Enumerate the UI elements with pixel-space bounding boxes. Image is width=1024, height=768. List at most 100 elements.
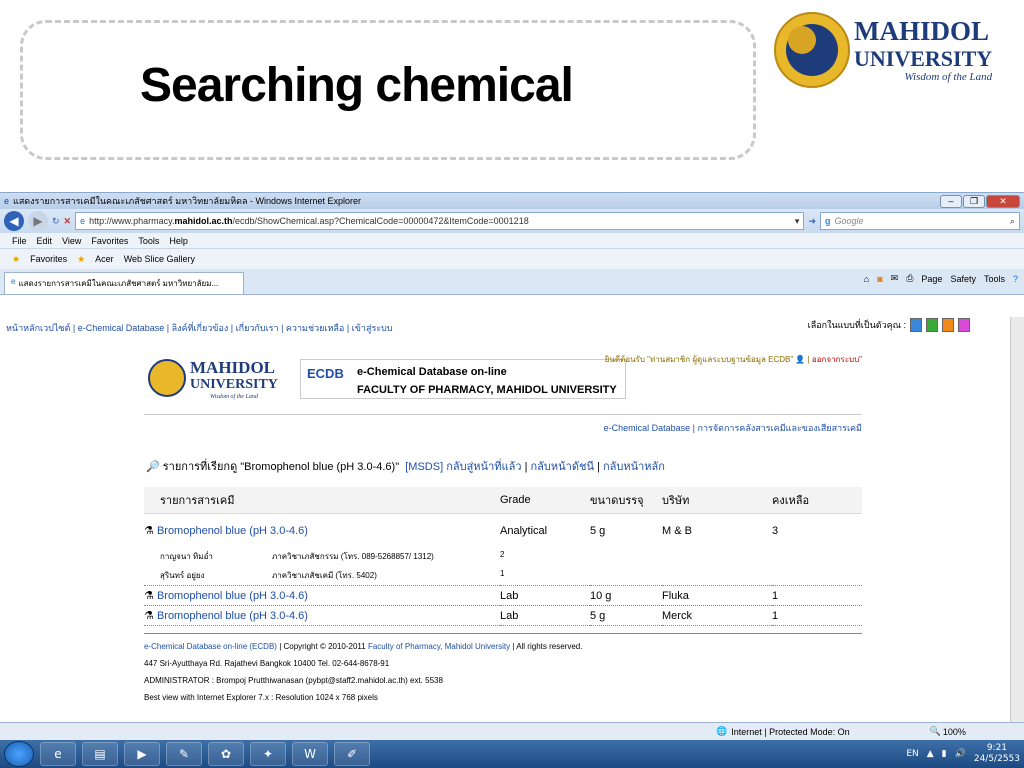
slide-title: Searching chemical — [140, 59, 574, 112]
zoom-icon[interactable]: 🔍 — [930, 726, 941, 737]
refresh-icon[interactable]: ↻ — [52, 216, 60, 227]
site-logo[interactable]: MAHIDOL UNIVERSITY Wisdom of the Land — [148, 359, 278, 400]
help-icon[interactable]: ? — [1013, 274, 1018, 284]
top-nav[interactable]: หน้าหลักเวปไซต์ | e-Chemical Database | … — [6, 321, 393, 335]
volume-icon[interactable]: 🔊 — [955, 749, 966, 759]
msds-link[interactable]: [MSDS] — [405, 461, 443, 473]
taskbar-draw-icon[interactable]: ✐ — [334, 742, 370, 766]
ecdb-title: e-Chemical Database on-line — [357, 366, 507, 378]
magnifier-icon: 🔎 — [146, 461, 160, 473]
status-bar: 🌐 Internet | Protected Mode: On 🔍 100% — [0, 722, 1024, 740]
chemical-table: รายการสารเคมี Grade ขนาดบรรจุ บริษัท คงเ… — [144, 487, 862, 626]
start-button[interactable] — [4, 741, 34, 767]
theme-swatch-blue[interactable] — [910, 318, 922, 332]
site-seal-icon — [148, 359, 186, 397]
chemical-link[interactable]: Bromophenol blue (pH 3.0-4.6) — [157, 590, 308, 602]
command-bar: ⌂ ◙ ✉ ⎙ Page Safety Tools ? — [864, 273, 1018, 284]
safety-menu[interactable]: Safety — [950, 274, 976, 284]
dropdown-icon[interactable]: ▾ — [795, 216, 800, 227]
taskbar: e ▤ ▶ ✎ ✿ ✦ W ✐ EN ▲ ▮ 🔊 9:21 24/5/2553 — [0, 740, 1024, 768]
menu-file[interactable]: File — [12, 236, 27, 246]
query-line: 🔎 รายการที่เรียกดู "Bromophenol blue (pH… — [146, 461, 665, 473]
chemical-link[interactable]: Bromophenol blue (pH 3.0-4.6) — [157, 525, 308, 537]
taskbar-paint-icon[interactable]: ✿ — [208, 742, 244, 766]
address-bar: ◀ ▶ ↻ ✕ e http://www.pharmacy.mahidol.ac… — [0, 209, 1024, 233]
sub-nav[interactable]: e-Chemical Database | การจัดการคลังสารเค… — [144, 421, 862, 435]
home-link[interactable]: กลับหน้าหลัก — [603, 461, 665, 473]
holder-row: กาญจนา ทิมอ่ำ ภาควิชาเภสัชกรรม (โทร. 089-… — [160, 550, 505, 561]
search-icon[interactable]: ⌕ — [1010, 216, 1015, 227]
zoom-level[interactable]: 100% — [943, 727, 966, 737]
network-icon[interactable]: ▮ — [942, 749, 947, 759]
forward-button[interactable]: ▶ — [28, 211, 48, 231]
ecdb-banner: ECDB e-Chemical Database on-line FACULTY… — [300, 359, 626, 399]
status-zone: Internet | Protected Mode: On — [731, 726, 850, 737]
theme-label: เลือกในแบบที่เป็นตัวคุณ : — [807, 320, 906, 330]
menu-bar: File Edit View Favorites Tools Help — [0, 233, 1024, 249]
language-indicator[interactable]: EN — [906, 749, 918, 759]
footer-ecdb-link[interactable]: e-Chemical Database on-line (ECDB) — [144, 642, 277, 651]
add-favorite-icon[interactable]: ★ — [77, 254, 85, 265]
fav-acer[interactable]: Acer — [95, 254, 114, 264]
index-link[interactable]: กลับหน้าดัชนี — [531, 461, 594, 473]
menu-tools[interactable]: Tools — [138, 236, 159, 246]
tab-active[interactable]: e แสดงรายการสารเคมีในคณะเภสัชศาสตร์ มหาว… — [4, 272, 244, 294]
browser-window: e แสดงรายการสารเคมีในคณะเภสัชศาสตร์ มหาว… — [0, 192, 1024, 740]
site-header: MAHIDOL UNIVERSITY Wisdom of the Land EC… — [144, 345, 862, 415]
page-menu[interactable]: Page — [921, 274, 942, 284]
table-row: ⚗ Bromophenol blue (pH 3.0-4.6) Lab 10 g… — [144, 585, 862, 606]
system-tray: EN ▲ ▮ 🔊 9:21 24/5/2553 — [906, 743, 1020, 765]
logo-line2: UNIVERSITY — [854, 46, 993, 71]
feeds-icon[interactable]: ◙ — [877, 274, 882, 284]
window-titlebar: e แสดงรายการสารเคมีในคณะเภสัชศาสตร์ มหาว… — [0, 193, 1024, 209]
page-icon: e — [80, 216, 86, 226]
menu-view[interactable]: View — [62, 236, 81, 246]
footer-bestview: Best view with Internet Explorer 7.x : R… — [144, 693, 378, 702]
back-link[interactable]: กลับสู่หน้าที่แล้ว — [446, 461, 521, 473]
footer-faculty-link[interactable]: Faculty of Pharmacy, Mahidol University — [368, 642, 510, 651]
restore-button[interactable]: ❐ — [963, 194, 985, 208]
table-row: ⚗ Bromophenol blue (pH 3.0-4.6) Analytic… — [144, 524, 779, 538]
theme-swatch-pink[interactable] — [958, 318, 970, 332]
taskbar-explorer-icon[interactable]: ▤ — [82, 742, 118, 766]
taskbar-app-icon[interactable]: ✎ — [166, 742, 202, 766]
page-footer: e-Chemical Database on-line (ECDB) | Cop… — [144, 633, 862, 706]
fav-webslice[interactable]: Web Slice Gallery — [124, 254, 195, 264]
theme-swatch-orange[interactable] — [942, 318, 954, 332]
favorites-button[interactable]: Favorites — [30, 254, 67, 264]
favorites-star-icon[interactable]: ★ — [12, 254, 20, 265]
taskbar-word-icon[interactable]: W — [292, 742, 328, 766]
chemical-link[interactable]: Bromophenol blue (pH 3.0-4.6) — [157, 610, 308, 622]
flask-icon: ⚗ — [144, 590, 154, 602]
vertical-scrollbar[interactable] — [1010, 317, 1024, 722]
stop-icon[interactable]: ✕ — [64, 216, 72, 227]
mahidol-logo: MAHIDOL UNIVERSITY Wisdom of the Land — [774, 12, 1012, 92]
taskbar-ie-icon[interactable]: e — [40, 742, 76, 766]
logo-tagline: Wisdom of the Land — [904, 71, 993, 83]
taskbar-tool-icon[interactable]: ✦ — [250, 742, 286, 766]
home-icon[interactable]: ⌂ — [864, 274, 869, 284]
tools-menu[interactable]: Tools — [984, 274, 1005, 284]
mahidol-seal-icon — [774, 12, 850, 88]
flask-icon: ⚗ — [144, 525, 154, 537]
menu-help[interactable]: Help — [169, 236, 188, 246]
go-icon[interactable]: ➜ — [808, 216, 816, 227]
minimize-button[interactable]: – — [940, 194, 962, 208]
clock[interactable]: 9:21 24/5/2553 — [974, 743, 1020, 765]
page-content: หน้าหลักเวปไซต์ | e-Chemical Database | … — [0, 317, 1010, 722]
logo-line1: MAHIDOL — [854, 16, 989, 46]
search-input[interactable]: g Google ⌕ — [820, 212, 1020, 230]
logout-link[interactable]: ออกจากระบบ" — [812, 355, 862, 364]
theme-swatch-green[interactable] — [926, 318, 938, 332]
menu-favorites[interactable]: Favorites — [91, 236, 128, 246]
ecdb-faculty: FACULTY OF PHARMACY, MAHIDOL UNIVERSITY — [357, 384, 617, 396]
url-field[interactable]: e http://www.pharmacy.mahidol.ac.th/ecdb… — [75, 212, 805, 230]
show-hidden-icon[interactable]: ▲ — [927, 749, 934, 759]
back-button[interactable]: ◀ — [4, 211, 24, 231]
mail-icon[interactable]: ✉ — [891, 273, 899, 284]
menu-edit[interactable]: Edit — [37, 236, 53, 246]
close-button[interactable]: ✕ — [986, 194, 1020, 208]
taskbar-media-icon[interactable]: ▶ — [124, 742, 160, 766]
print-icon[interactable]: ⎙ — [906, 273, 913, 284]
tab-ie-icon: e — [11, 277, 16, 286]
